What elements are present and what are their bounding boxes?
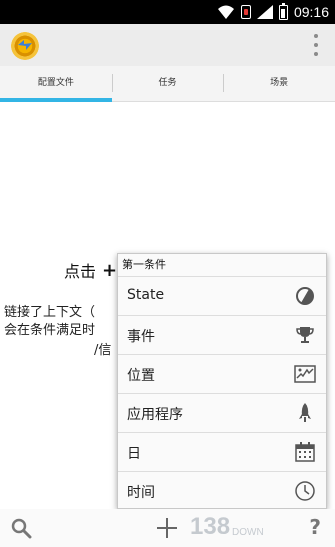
help-button[interactable]: ? <box>309 515 321 539</box>
search-icon[interactable] <box>10 517 32 539</box>
hint-click-label: 点击 <box>64 262 97 281</box>
watermark: 138 DOWN <box>190 513 264 541</box>
hint-line-2: 链接了上下文（ <box>4 305 96 320</box>
calendar-icon <box>295 442 315 462</box>
hint-plus: + <box>102 259 118 281</box>
battery-icon <box>278 2 288 20</box>
tasker-gear-icon[interactable] <box>11 32 39 60</box>
menu-item-label: 应用程序 <box>127 407 183 423</box>
hint-line-3: 会在条件满足时 <box>4 323 96 338</box>
watermark-text: DOWN <box>232 526 264 538</box>
watermark-number: 138 <box>190 513 231 540</box>
menu-item-event[interactable]: 事件 <box>118 315 326 354</box>
menu-item-state[interactable]: State <box>118 276 326 315</box>
bottom-bar: 138 DOWN ? <box>0 509 335 547</box>
state-icon <box>296 287 314 305</box>
overflow-menu-icon[interactable] <box>311 34 321 56</box>
trophy-icon <box>296 327 314 343</box>
tab-label: 任务 <box>158 78 177 88</box>
signal-icon <box>256 5 273 19</box>
menu-item-location[interactable]: 位置 <box>118 354 326 393</box>
map-icon <box>294 365 316 383</box>
rocket-icon <box>299 403 311 422</box>
status-bar: 09:16 <box>0 0 335 24</box>
tab-label: 场景 <box>270 78 289 88</box>
first-condition-popup: 第一条件 State 事件 位置 应用程序 日 时间 <box>117 253 327 509</box>
hint-text: 点击 + <box>64 258 117 282</box>
menu-item-time[interactable]: 时间 <box>118 471 326 510</box>
menu-item-label: 日 <box>127 446 141 462</box>
popup-title: 第一条件 <box>122 258 166 271</box>
menu-item-label: 时间 <box>127 485 155 501</box>
lightning-icon <box>18 40 32 50</box>
menu-item-application[interactable]: 应用程序 <box>118 393 326 432</box>
clock-icon <box>295 481 315 501</box>
menu-item-day[interactable]: 日 <box>118 432 326 471</box>
menu-item-label: 事件 <box>127 329 155 345</box>
tab-label: 配置文件 <box>37 78 74 88</box>
status-time: 09:16 <box>293 4 329 20</box>
plus-icon[interactable] <box>155 516 179 540</box>
tab-tasks[interactable]: 任务 <box>111 66 224 101</box>
sim-icon <box>240 5 251 19</box>
action-bar <box>0 24 335 66</box>
tab-scenes[interactable]: 场景 <box>223 66 335 101</box>
menu-item-label: 位置 <box>127 368 155 384</box>
wifi-icon <box>217 5 234 19</box>
tab-bar: 配置文件 任务 场景 <box>0 66 335 102</box>
status-icons: 09:16 <box>217 2 329 21</box>
menu-item-label: State <box>127 287 165 303</box>
tab-profiles[interactable]: 配置文件 <box>0 66 112 102</box>
